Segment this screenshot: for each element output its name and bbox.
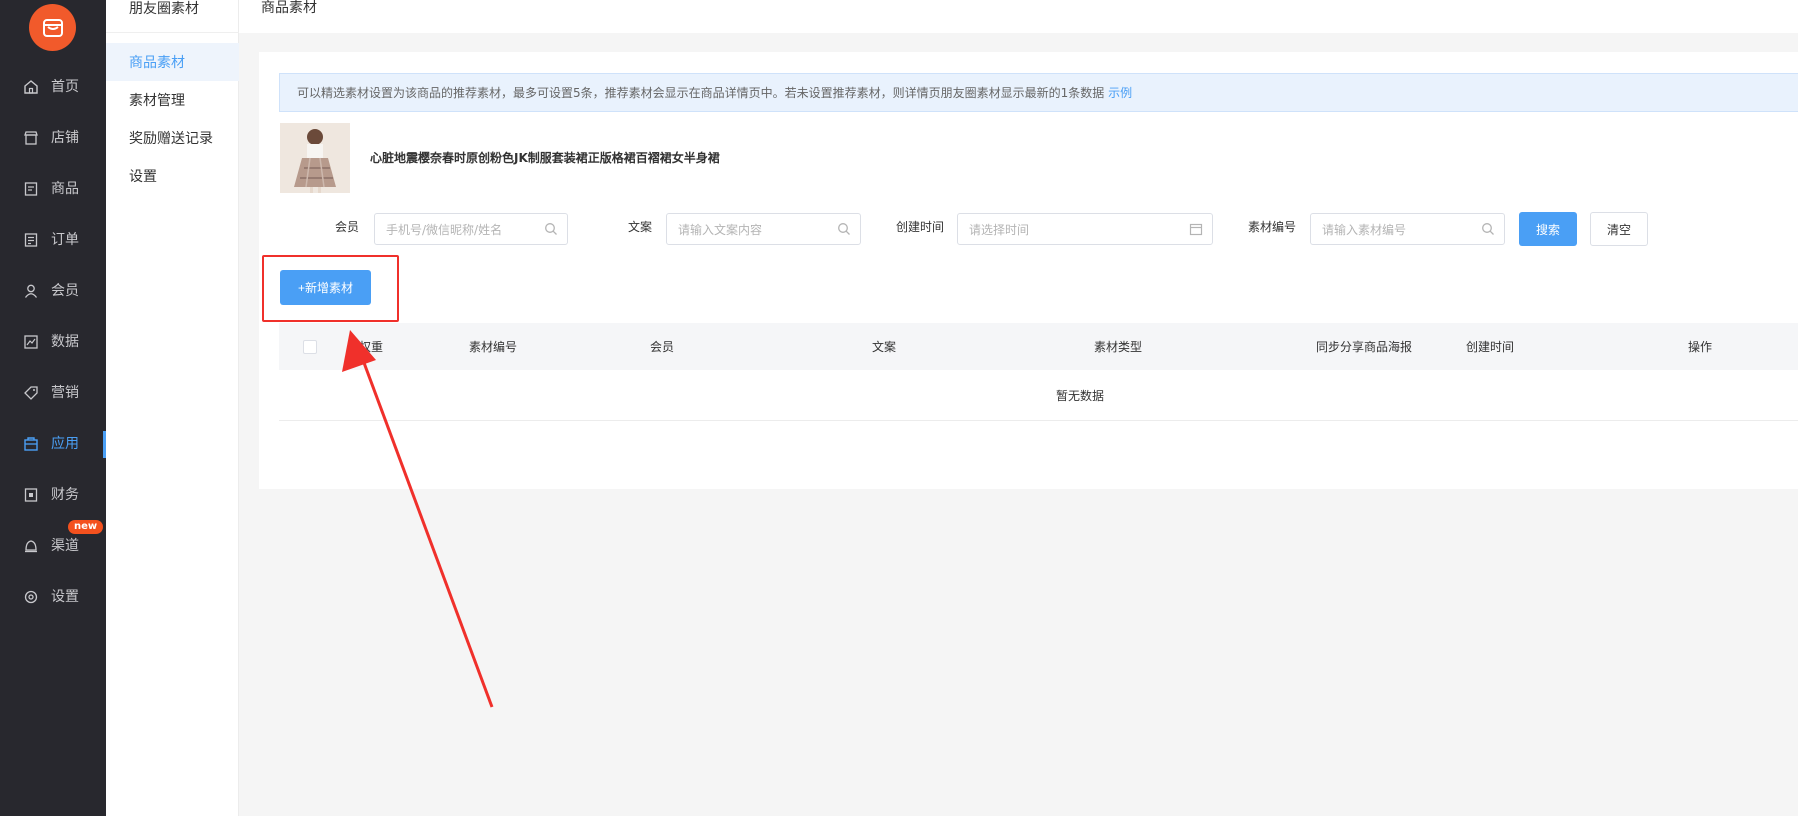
- search-icon: [545, 223, 557, 235]
- copy-label: 文案: [628, 220, 653, 234]
- main-sidebar: 首页 店铺 商品 订单 会员 数据 营销 应用 财务 渠道 new 设置: [0, 0, 106, 816]
- table-empty-row: 暂无数据: [279, 370, 1798, 421]
- subnav-title: 朋友圈素材: [129, 1, 199, 17]
- column-header: 素材编号: [469, 340, 518, 354]
- chart-icon: [24, 335, 38, 349]
- subnav-label: 奖励赠送记录: [129, 131, 213, 147]
- top-header: 商品素材: [239, 0, 1798, 33]
- order-icon: [24, 233, 38, 247]
- breadcrumb: 商品素材: [261, 0, 317, 16]
- nav-item-marketing[interactable]: 营销: [0, 368, 106, 419]
- app-icon: [24, 437, 38, 451]
- product-photo: [280, 123, 350, 193]
- time-label: 创建时间: [896, 220, 945, 234]
- column-header: 同步分享商品海报: [1316, 340, 1413, 354]
- search-icon: [838, 223, 850, 235]
- nav-item-store[interactable]: 店铺: [0, 113, 106, 164]
- finance-icon: [24, 488, 38, 502]
- copy-placeholder: 请输入文案内容: [678, 223, 763, 237]
- empty-text: 暂无数据: [1056, 389, 1105, 403]
- column-header: 素材类型: [1094, 340, 1143, 354]
- column-header: 创建时间: [1466, 340, 1515, 354]
- nav-label: 会员: [51, 283, 79, 299]
- subnav-item-settings[interactable]: 设置: [106, 157, 239, 195]
- user-icon: [24, 284, 38, 298]
- nav-label: 店铺: [51, 130, 79, 146]
- column-header: 文案: [872, 340, 897, 354]
- nav-item-goods[interactable]: 商品: [0, 164, 106, 215]
- calendar-icon: [1189, 223, 1203, 236]
- divider: [106, 32, 239, 33]
- shop-logo-icon: [42, 18, 63, 37]
- nav-item-data[interactable]: 数据: [0, 317, 106, 368]
- search-icon: [1482, 223, 1494, 235]
- nav-item-finance[interactable]: 财务: [0, 470, 106, 521]
- subnav-label: 商品素材: [129, 55, 185, 71]
- notice-text: 可以精选素材设置为该商品的推荐素材，最多可设置5条，推荐素材会显示在商品详情页中…: [297, 86, 1105, 100]
- nav-label: 商品: [51, 181, 79, 197]
- nav-label: 首页: [51, 79, 79, 95]
- copy-search-input[interactable]: 请输入文案内容: [666, 213, 861, 245]
- content-card: [259, 52, 1798, 489]
- nav-label: 数据: [51, 334, 79, 350]
- subnav-item-reward-records[interactable]: 奖励赠送记录: [106, 119, 239, 157]
- column-header: 权重: [359, 340, 384, 354]
- select-all-checkbox[interactable]: [303, 340, 317, 354]
- gear-icon: [24, 590, 38, 604]
- channel-icon: [25, 540, 37, 553]
- date-picker-input[interactable]: 请选择时间: [957, 213, 1213, 245]
- clear-button[interactable]: 清空: [1590, 212, 1648, 246]
- nav-label: 营销: [51, 385, 79, 401]
- subnav-label: 素材管理: [129, 93, 185, 109]
- material-code-input[interactable]: 请输入素材编号: [1310, 213, 1505, 245]
- store-logo[interactable]: [29, 4, 76, 51]
- info-notice: 可以精选素材设置为该商品的推荐素材，最多可设置5条，推荐素材会显示在商品详情页中…: [279, 73, 1798, 112]
- subnav-item-material-management[interactable]: 素材管理: [106, 81, 239, 119]
- new-badge: new: [68, 520, 104, 534]
- column-header: 会员: [650, 340, 675, 354]
- nav-label: 财务: [51, 487, 79, 503]
- table-header: 权重 素材编号 会员 文案 素材类型 同步分享商品海报 创建时间 操作: [279, 323, 1798, 370]
- example-link[interactable]: 示例: [1108, 86, 1132, 100]
- nav-label: 设置: [51, 589, 79, 605]
- tag-icon: [24, 386, 38, 400]
- subnav-item-product-material[interactable]: 商品素材: [106, 43, 239, 81]
- home-icon: [24, 80, 38, 94]
- nav-item-settings[interactable]: 设置: [0, 572, 106, 623]
- subnav-label: 设置: [129, 169, 157, 185]
- member-placeholder: 手机号/微信昵称/姓名: [386, 223, 503, 237]
- secondary-sidebar: 朋友圈素材 商品素材 素材管理 奖励赠送记录 设置: [106, 0, 239, 816]
- nav-label: 订单: [51, 232, 79, 248]
- code-placeholder: 请输入素材编号: [1322, 223, 1407, 237]
- store-icon: [24, 131, 38, 145]
- time-placeholder: 请选择时间: [969, 223, 1030, 237]
- nav-item-channel[interactable]: 渠道 new: [0, 520, 106, 572]
- product-title: 心脏地震樱奈春时原创粉色JK制服套装裙正版格裙百褶裙女半身裙: [370, 151, 720, 165]
- goods-icon: [24, 182, 38, 196]
- product-thumbnail: [280, 123, 350, 193]
- member-label: 会员: [335, 220, 360, 234]
- nav-label: 应用: [51, 436, 79, 452]
- search-button[interactable]: 搜索: [1519, 212, 1577, 246]
- column-header: 操作: [1688, 340, 1713, 354]
- nav-label: 渠道: [51, 538, 79, 554]
- nav-item-apps[interactable]: 应用: [0, 419, 106, 470]
- member-search-input[interactable]: 手机号/微信昵称/姓名: [374, 213, 568, 245]
- nav-item-home[interactable]: 首页: [0, 62, 106, 113]
- annotation-highlight-box: [262, 255, 399, 322]
- code-label: 素材编号: [1248, 220, 1297, 234]
- nav-item-order[interactable]: 订单: [0, 215, 106, 266]
- nav-item-member[interactable]: 会员: [0, 266, 106, 317]
